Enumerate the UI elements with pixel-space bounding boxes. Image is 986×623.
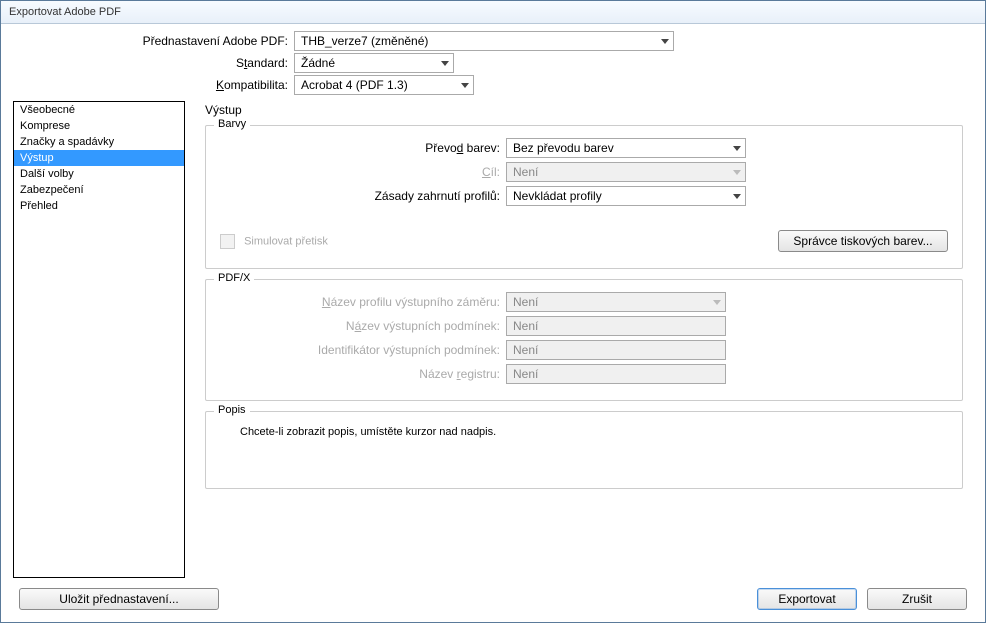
- profile-policy-select[interactable]: Nevkládat profily: [506, 186, 746, 206]
- sidebar-item-output[interactable]: Výstup: [14, 150, 184, 166]
- color-conversion-select[interactable]: Bez převodu barev: [506, 138, 746, 158]
- output-condition-name-input: Není: [506, 316, 726, 336]
- standard-select[interactable]: Žádné: [294, 53, 454, 73]
- category-sidebar: Všeobecné Komprese Značky a spadávky Výs…: [13, 101, 185, 578]
- export-button[interactable]: Exportovat: [757, 588, 857, 610]
- destination-select: Není: [506, 162, 746, 182]
- export-pdf-dialog: Exportovat Adobe PDF Přednastavení Adobe…: [0, 0, 986, 623]
- pdfx-legend: PDF/X: [214, 272, 254, 284]
- preset-select[interactable]: THB_verze7 (změněné): [294, 31, 674, 51]
- output-intent-profile-label: Název profilu výstupního záměru:: [220, 295, 506, 309]
- simulate-overprint-wrap: Simulovat přetisk: [220, 234, 328, 249]
- registry-name-label: Název registru:: [220, 367, 506, 381]
- sidebar-item-marks[interactable]: Značky a spadávky: [14, 134, 184, 150]
- cancel-button[interactable]: Zrušit: [867, 588, 967, 610]
- panel-title: Výstup: [205, 103, 963, 117]
- save-preset-button[interactable]: Uložit přednastavení...: [19, 588, 219, 610]
- dialog-footer: Uložit přednastavení... Exportovat Zruši…: [13, 588, 973, 610]
- compat-select[interactable]: Acrobat 4 (PDF 1.3): [294, 75, 474, 95]
- standard-label: Standard:: [13, 56, 294, 70]
- simulate-overprint-label: Simulovat přetisk: [244, 235, 328, 247]
- output-condition-name-label: Název výstupních podmínek:: [220, 319, 506, 333]
- window-title: Exportovat Adobe PDF: [9, 6, 121, 18]
- ink-manager-button[interactable]: Správce tiskových barev...: [778, 230, 948, 252]
- colors-legend: Barvy: [214, 118, 250, 130]
- sidebar-item-security[interactable]: Zabezpečení: [14, 182, 184, 198]
- destination-label: Cíl:: [220, 165, 506, 179]
- compat-label: Kompatibilita:: [13, 78, 294, 92]
- registry-name-input: Není: [506, 364, 726, 384]
- sidebar-item-summary[interactable]: Přehled: [14, 198, 184, 214]
- pdfx-fieldset: PDF/X Název profilu výstupního záměru: N…: [205, 279, 963, 401]
- output-intent-profile-select: Není: [506, 292, 726, 312]
- colors-fieldset: Barvy Převod barev: Bez převodu barev Cí…: [205, 125, 963, 269]
- top-form: Přednastavení Adobe PDF: THB_verze7 (změ…: [13, 31, 973, 97]
- output-condition-id-input: Není: [506, 340, 726, 360]
- output-panel: Výstup Barvy Převod barev: Bez převodu b…: [185, 101, 973, 578]
- output-condition-id-label: Identifikátor výstupních podmínek:: [220, 343, 506, 357]
- titlebar: Exportovat Adobe PDF: [1, 1, 985, 24]
- description-legend: Popis: [214, 404, 250, 416]
- preset-label: Přednastavení Adobe PDF:: [13, 34, 294, 48]
- description-fieldset: Popis Chcete-li zobrazit popis, umístěte…: [205, 411, 963, 489]
- simulate-overprint-checkbox: [220, 234, 235, 249]
- sidebar-item-advanced[interactable]: Další volby: [14, 166, 184, 182]
- dialog-content: Přednastavení Adobe PDF: THB_verze7 (změ…: [13, 31, 973, 610]
- color-conversion-label: Převod barev:: [220, 141, 506, 155]
- description-text: Chcete-li zobrazit popis, umístěte kurzo…: [220, 420, 948, 444]
- profile-policy-label: Zásady zahrnutí profilů:: [220, 189, 506, 203]
- sidebar-item-compression[interactable]: Komprese: [14, 118, 184, 134]
- sidebar-item-general[interactable]: Všeobecné: [14, 102, 184, 118]
